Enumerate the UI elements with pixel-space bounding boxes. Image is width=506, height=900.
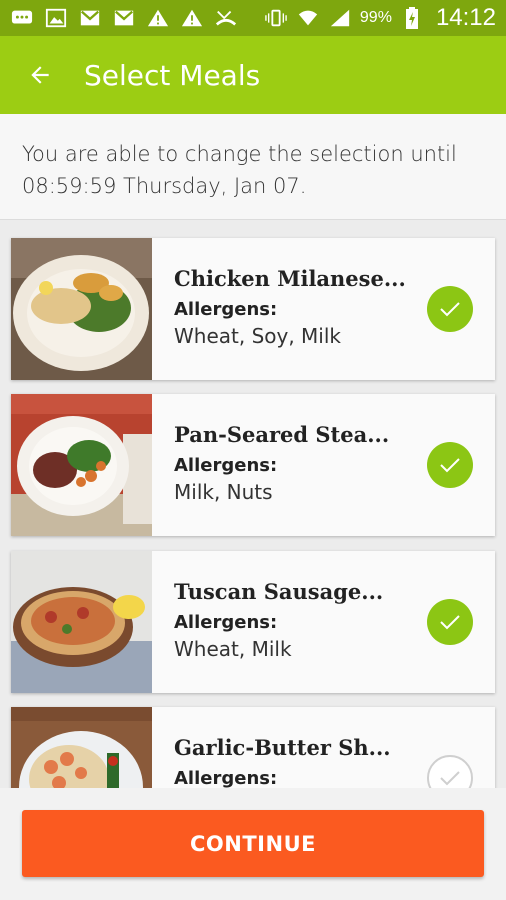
wifi-icon [296,8,320,28]
vibrate-icon [264,8,288,28]
meal-card[interactable]: Chicken Milanese... Allergens: Wheat, So… [11,238,495,380]
status-bar: 99% 14:12 [0,0,506,36]
footer: CONTINUE [0,788,506,900]
checkmark-icon [440,458,460,473]
checkmark-icon [440,302,460,317]
back-button[interactable] [0,36,80,114]
meal-photo [11,551,152,693]
battery-percent: 99% [359,9,392,26]
arrow-left-icon [31,66,49,84]
image-icon [44,8,68,28]
app-bar: Select Meals [0,36,506,114]
meal-photo [11,394,152,536]
continue-button[interactable]: CONTINUE [22,810,484,877]
battery-charging-icon [400,7,424,29]
notification-icons [10,8,238,28]
notice-line-1: You are able to change the selection unt… [22,142,457,166]
meal-photo [11,238,152,380]
meal-select-toggle[interactable] [427,599,473,645]
meal-photo [11,707,152,788]
meal-select-toggle[interactable] [427,442,473,488]
gmail-icon [78,8,102,28]
meal-card[interactable]: Garlic-Butter Sh... Allergens: [11,707,495,788]
warning-icon [146,8,170,28]
selection-deadline-notice: You are able to change the selection unt… [0,114,506,220]
clock: 14:12 [435,4,496,31]
notice-line-2: 08:59:59 Thursday, Jan 07. [22,174,307,198]
chat-icon [10,8,34,28]
missed-call-icon [214,8,238,28]
meal-card[interactable]: Pan-Seared Stea... Allergens: Milk, Nuts [11,394,495,536]
meal-card[interactable]: Tuscan Sausage... Allergens: Wheat, Milk [11,551,495,693]
meal-list[interactable]: Chicken Milanese... Allergens: Wheat, So… [0,236,506,788]
checkmark-icon [440,615,460,630]
page-title: Select Meals [84,58,261,92]
checkmark-icon [440,771,460,786]
signal-icon [328,8,352,28]
warning-icon [180,8,204,28]
meal-select-toggle[interactable] [427,286,473,332]
gmail-icon [112,8,136,28]
